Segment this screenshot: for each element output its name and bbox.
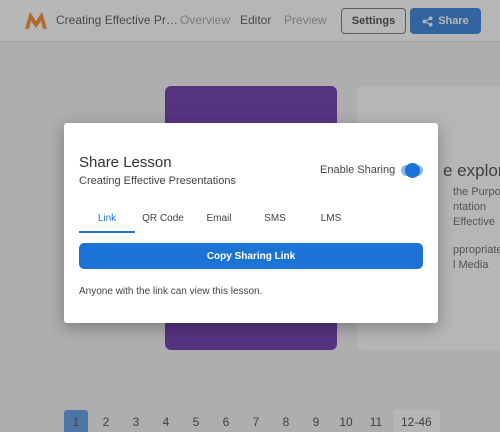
copy-link-button[interactable]: Copy Sharing Link	[79, 243, 423, 269]
toggle-knob[interactable]	[405, 163, 420, 178]
sharing-note: Anyone with the link can view this lesso…	[79, 286, 263, 297]
share-tabs: Link QR Code Email SMS LMS	[79, 207, 423, 233]
dialog-title: Share Lesson	[79, 154, 172, 171]
tab-sms[interactable]: SMS	[247, 207, 303, 233]
tab-lms[interactable]: LMS	[303, 207, 359, 233]
share-dialog: Share Lesson Creating Effective Presenta…	[64, 123, 438, 323]
enable-sharing-label: Enable Sharing	[320, 164, 396, 176]
tab-link[interactable]: Link	[79, 207, 135, 233]
tab-qr-code[interactable]: QR Code	[135, 207, 191, 233]
tab-email[interactable]: Email	[191, 207, 247, 233]
dialog-subtitle: Creating Effective Presentations	[79, 175, 236, 187]
